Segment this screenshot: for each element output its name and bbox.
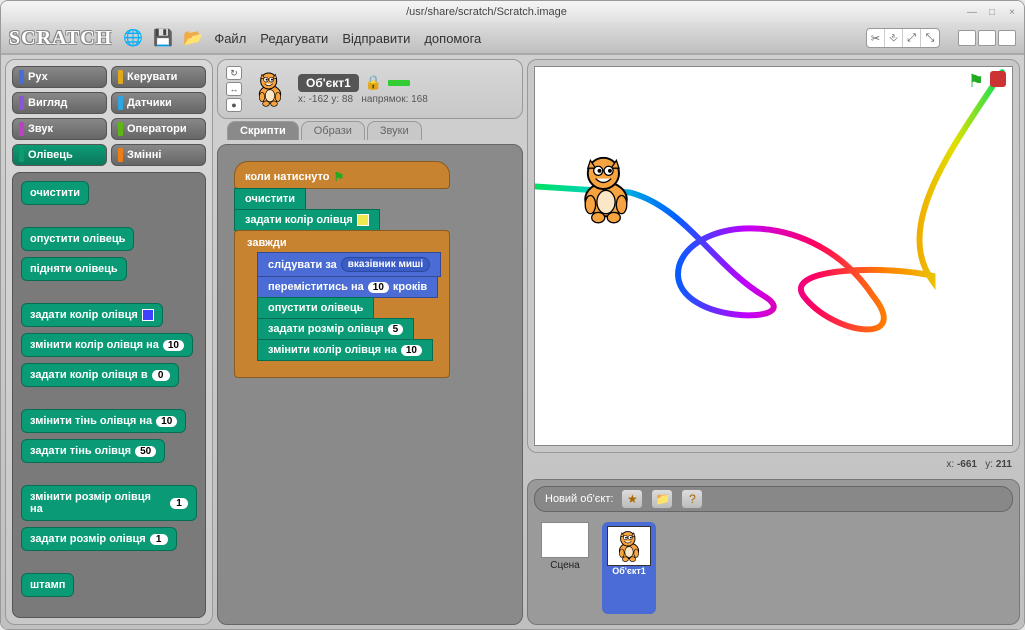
stage-sprite[interactable] bbox=[567, 147, 645, 231]
stage-canvas[interactable]: ⚑ bbox=[534, 66, 1013, 446]
block-set-pen-color-num[interactable]: задати колір олівця в0 bbox=[21, 363, 179, 387]
block-change-size[interactable]: змінити розмір олівця на1 bbox=[21, 485, 197, 521]
new-object-label: Новий об'єкт: bbox=[545, 493, 613, 505]
menu-file[interactable]: Файл bbox=[214, 31, 246, 46]
save-icon[interactable]: 💾 bbox=[154, 29, 172, 47]
color-swatch[interactable] bbox=[142, 309, 154, 321]
tab-costumes[interactable]: Образи bbox=[301, 121, 365, 140]
grow-tool-icon[interactable]: ⤢ bbox=[903, 29, 921, 47]
pen-size-input[interactable]: 5 bbox=[388, 324, 404, 335]
move-steps-input[interactable]: 10 bbox=[368, 282, 389, 293]
script-set-color[interactable]: задати колір олівця bbox=[234, 209, 380, 231]
category-operators[interactable]: Оператори bbox=[111, 118, 206, 140]
sprite-thumbnail[interactable] bbox=[250, 67, 290, 111]
category-control[interactable]: Керувати bbox=[111, 66, 206, 88]
choose-sprite-file-button[interactable]: 📁 bbox=[651, 489, 673, 509]
hat-when-flag-clicked[interactable]: коли натиснуто⚑ bbox=[234, 161, 450, 189]
category-variables[interactable]: Змінні bbox=[111, 144, 206, 166]
sprite-info-panel: ↻ ↔ ● Об'єкт1 🔒 x: -162 y: 88 напрямок: … bbox=[217, 59, 523, 119]
copy-tool-icon[interactable]: ⎀ bbox=[885, 29, 903, 47]
surprise-sprite-button[interactable]: ? bbox=[681, 489, 703, 509]
sprite-name-field[interactable]: Об'єкт1 bbox=[298, 74, 359, 92]
script-change-pen-color[interactable]: змінити колір олівця на 10 bbox=[257, 339, 433, 361]
script-forever[interactable]: завжди слідувати за вказівник миші перем… bbox=[234, 230, 450, 378]
menu-share[interactable]: Відправити bbox=[342, 31, 410, 46]
window-title: /usr/share/scratch/Scratch.image bbox=[7, 6, 966, 18]
stamp-tool-icon[interactable]: ✂ bbox=[867, 29, 885, 47]
block-pen-down[interactable]: опустити олівець bbox=[21, 227, 134, 251]
block-pen-up[interactable]: підняти олівець bbox=[21, 257, 127, 281]
color-swatch[interactable] bbox=[357, 214, 369, 226]
green-flag-icon: ⚑ bbox=[334, 170, 345, 184]
shrink-tool-icon[interactable]: ⤡ bbox=[921, 29, 939, 47]
script-area[interactable]: коли натиснуто⚑ очистити задати колір ол… bbox=[217, 144, 523, 625]
scratch-logo: SCRATCH bbox=[9, 27, 112, 50]
app-toolbar: SCRATCH 🌐 💾 📂 Файл Редагувати Відправити… bbox=[1, 23, 1024, 55]
goto-dropdown[interactable]: вказівник миші bbox=[341, 257, 430, 272]
block-list: очистити опустити олівець підняти олівец… bbox=[12, 172, 206, 618]
lock-icon[interactable]: 🔒 bbox=[365, 74, 382, 91]
category-pen[interactable]: Олівець bbox=[12, 144, 107, 166]
menu-help[interactable]: допомога bbox=[424, 31, 481, 46]
globe-icon[interactable]: 🌐 bbox=[124, 29, 142, 47]
rotate-free-button[interactable]: ↻ bbox=[226, 66, 242, 80]
stage-tile[interactable]: Сцена bbox=[538, 522, 592, 614]
script-stack[interactable]: коли натиснуто⚑ очистити задати колір ол… bbox=[234, 161, 450, 378]
large-stage-button[interactable] bbox=[978, 30, 996, 46]
pen-trail bbox=[535, 67, 1012, 445]
block-set-shade[interactable]: задати тінь олівця50 bbox=[21, 439, 165, 463]
sprite-position-readout: x: -162 y: 88 напрямок: 168 bbox=[298, 94, 428, 105]
tab-sounds[interactable]: Звуки bbox=[367, 121, 422, 140]
script-set-pen-size[interactable]: задати розмір олівця 5 bbox=[257, 318, 414, 340]
open-icon[interactable]: 📂 bbox=[184, 29, 202, 47]
stage-panel: ⚑ bbox=[527, 59, 1020, 453]
block-change-pen-color[interactable]: змінити колір олівця на10 bbox=[21, 333, 193, 357]
category-sensing[interactable]: Датчики bbox=[111, 92, 206, 114]
script-clear[interactable]: очистити bbox=[234, 188, 306, 210]
category-sound[interactable]: Звук bbox=[12, 118, 107, 140]
script-pen-down[interactable]: опустити олівець bbox=[257, 297, 374, 319]
tab-scripts[interactable]: Скрипти bbox=[227, 121, 299, 140]
minimize-button[interactable]: — bbox=[966, 6, 978, 18]
close-button[interactable]: × bbox=[1006, 6, 1018, 18]
category-looks[interactable]: Вигляд bbox=[12, 92, 107, 114]
small-stage-button[interactable] bbox=[958, 30, 976, 46]
script-goto-mouse[interactable]: слідувати за вказівник миші bbox=[257, 252, 441, 277]
block-stamp[interactable]: штамп bbox=[21, 573, 74, 597]
block-set-size[interactable]: задати розмір олівця1 bbox=[21, 527, 177, 551]
sprite-list-panel: Новий об'єкт: ★ 📁 ? Сцена Об'єкт1 bbox=[527, 479, 1020, 625]
script-move-steps[interactable]: переміститись на 10 кроків bbox=[257, 276, 438, 298]
stop-button[interactable] bbox=[990, 71, 1006, 87]
draggable-indicator bbox=[388, 80, 410, 86]
rotate-none-button[interactable]: ● bbox=[226, 98, 242, 112]
paint-new-sprite-button[interactable]: ★ bbox=[621, 489, 643, 509]
maximize-button[interactable]: □ bbox=[986, 6, 998, 18]
block-palette: Рух Керувати Вигляд Датчики Звук Операто… bbox=[5, 59, 213, 625]
green-flag-button[interactable]: ⚑ bbox=[968, 71, 984, 92]
change-color-input[interactable]: 10 bbox=[401, 345, 422, 356]
menu-edit[interactable]: Редагувати bbox=[260, 31, 328, 46]
os-titlebar: /usr/share/scratch/Scratch.image — □ × bbox=[1, 1, 1024, 23]
block-change-shade[interactable]: змінити тінь олівця на10 bbox=[21, 409, 186, 433]
block-set-pen-color[interactable]: задати колір олівця bbox=[21, 303, 163, 327]
presentation-button[interactable] bbox=[998, 30, 1016, 46]
block-clear[interactable]: очистити bbox=[21, 181, 89, 205]
mouse-coord-readout: x: -661 y: 211 bbox=[527, 457, 1020, 475]
tool-buttons: ✂ ⎀ ⤢ ⤡ bbox=[866, 28, 940, 48]
sprite-tile-1[interactable]: Об'єкт1 bbox=[602, 522, 656, 614]
category-motion[interactable]: Рух bbox=[12, 66, 107, 88]
rotate-lr-button[interactable]: ↔ bbox=[226, 82, 242, 96]
